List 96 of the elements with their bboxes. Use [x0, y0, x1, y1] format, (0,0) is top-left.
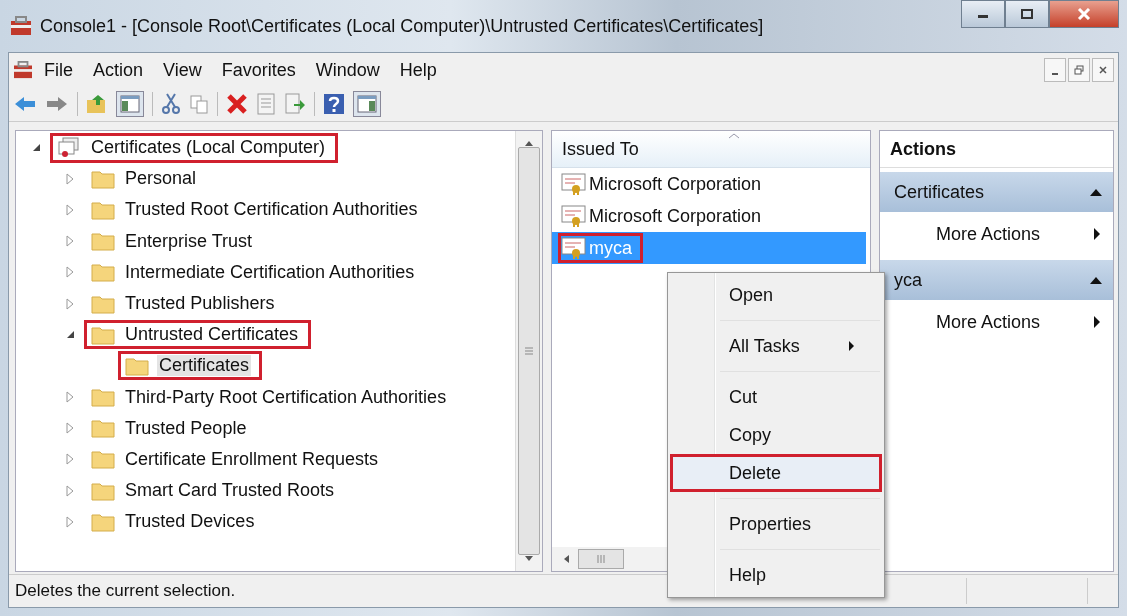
menu-item[interactable]: Favorites [212, 59, 305, 81]
folder-icon [91, 168, 115, 189]
export-icon[interactable] [284, 93, 306, 115]
close-button[interactable] [1049, 0, 1119, 28]
collapsed-arrow-icon[interactable] [66, 391, 74, 404]
collapsed-arrow-icon[interactable] [66, 515, 74, 528]
toolbox-icon [13, 61, 33, 79]
folder-icon [91, 418, 115, 439]
close-icon [1098, 65, 1108, 75]
window-title: Console1 - [Console Root\Certificates (Local Computer)\Untrusted Certificates\Certificates] [40, 15, 764, 37]
column-header[interactable]: Issued To [552, 131, 870, 168]
scissors-icon[interactable] [161, 93, 181, 115]
folder-icon [91, 324, 115, 345]
scrollbar-thumb[interactable] [578, 549, 624, 569]
action-link[interactable]: More Actions [880, 300, 1113, 344]
back-arrow-icon[interactable] [13, 95, 37, 113]
minimize-button[interactable] [961, 0, 1005, 28]
close-icon [1077, 8, 1091, 20]
collapsed-arrow-icon[interactable] [66, 172, 74, 185]
menu-item[interactable]: Copy [670, 416, 882, 454]
collapsed-arrow-icon[interactable] [66, 297, 74, 310]
grip-icon [596, 554, 606, 564]
pane-toggle-icon[interactable] [116, 91, 144, 117]
certificate-icon [561, 172, 587, 196]
folder-icon [125, 355, 149, 376]
tree-item[interactable]: Personal [123, 168, 199, 190]
section-header[interactable]: Certificates [880, 172, 1113, 212]
status-text: Deletes the current selection. [14, 581, 237, 601]
tree-item[interactable]: Trusted Root Certification Authorities [123, 199, 420, 221]
pane-toggle-icon[interactable] [353, 91, 381, 117]
collapsed-arrow-icon[interactable] [66, 235, 74, 248]
menu-item[interactable]: View [154, 59, 211, 81]
action-link[interactable]: More Actions [880, 212, 1113, 256]
delete-icon[interactable] [226, 93, 248, 115]
actions-title: Actions [880, 131, 1113, 168]
section-header[interactable]: yca [880, 260, 1113, 300]
certificate-icon [561, 236, 587, 260]
folder-icon [91, 387, 115, 408]
menu-item[interactable]: Window [306, 59, 389, 81]
collapsed-arrow-icon[interactable] [66, 484, 74, 497]
folder-icon [91, 449, 115, 470]
menu-item[interactable]: File [35, 59, 82, 81]
menu-item[interactable]: Delete [670, 454, 882, 492]
tree-item[interactable]: Trusted Devices [123, 511, 257, 533]
folder-icon [91, 231, 115, 252]
maximize-icon [1021, 9, 1033, 19]
tree-item[interactable]: Trusted Publishers [123, 293, 277, 315]
folder-icon [91, 511, 115, 532]
restore-icon [1074, 65, 1084, 75]
menu-item[interactable]: Help [670, 556, 882, 594]
menu-item[interactable]: Cut [670, 378, 882, 416]
copy-icon[interactable] [189, 94, 209, 114]
menu-item[interactable]: Properties [670, 505, 882, 543]
certificate-name[interactable]: Microsoft Corporation [589, 173, 762, 195]
minimize-icon [1052, 73, 1058, 75]
menu-item[interactable]: Help [390, 59, 446, 81]
menu-item[interactable]: All Tasks [670, 327, 882, 365]
submenu-arrow-icon [1093, 315, 1101, 329]
toolbox-icon [10, 16, 32, 36]
menu-item[interactable]: Open [670, 276, 882, 314]
expanded-arrow-icon[interactable] [32, 143, 41, 153]
tree-item[interactable]: Intermediate Certification Authorities [123, 261, 417, 283]
certificate-icon [561, 204, 587, 228]
vertical-scrollbar[interactable] [515, 131, 542, 571]
folder-icon [91, 262, 115, 283]
folder-icon [91, 293, 115, 314]
tree-item[interactable]: Certificate Enrollment Requests [123, 448, 381, 470]
submenu-arrow-icon [1093, 227, 1101, 241]
restore-button[interactable] [1068, 58, 1090, 82]
expanded-arrow-icon[interactable] [66, 330, 75, 340]
tree-item[interactable]: Smart Card Trusted Roots [123, 480, 337, 502]
collapse-arrow-icon[interactable] [1089, 275, 1103, 285]
collapse-arrow-icon[interactable] [1089, 187, 1103, 197]
close-button[interactable] [1092, 58, 1114, 82]
folder-icon [91, 199, 115, 220]
maximize-button[interactable] [1005, 0, 1049, 28]
minimize-button[interactable] [1044, 58, 1066, 82]
tree-item[interactable]: Certificates [157, 355, 252, 377]
certificate-name[interactable]: Microsoft Corporation [589, 205, 762, 227]
tree-item[interactable]: Trusted People [123, 417, 249, 439]
certificate-store-icon [57, 136, 81, 159]
forward-arrow-icon[interactable] [45, 95, 69, 113]
collapsed-arrow-icon[interactable] [66, 203, 74, 216]
collapsed-arrow-icon[interactable] [66, 266, 74, 279]
help-icon[interactable] [323, 93, 345, 115]
collapsed-arrow-icon[interactable] [66, 422, 74, 435]
collapsed-arrow-icon[interactable] [66, 453, 74, 466]
tree-item[interactable]: Third-Party Root Certification Authorities [123, 386, 449, 408]
scroll-left-icon[interactable] [562, 554, 570, 564]
grip-icon [524, 347, 534, 355]
menu-item[interactable]: Action [84, 59, 153, 81]
tree-item[interactable]: Enterprise Trust [123, 230, 255, 252]
folder-icon [91, 480, 115, 501]
submenu-arrow-icon [848, 340, 855, 352]
scrollbar-thumb[interactable] [518, 146, 540, 556]
folder-up-icon[interactable] [86, 94, 108, 114]
